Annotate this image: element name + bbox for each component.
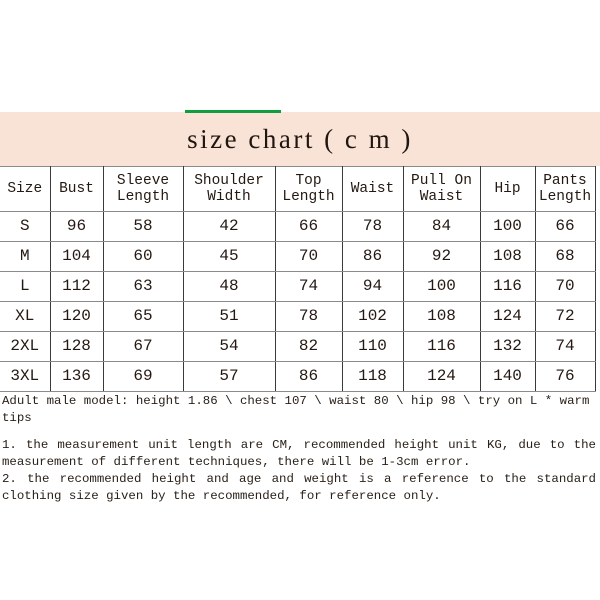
cell-pull-on-waist: 116 bbox=[403, 331, 481, 362]
top-blank-area bbox=[0, 0, 600, 113]
notes-spacer bbox=[0, 427, 600, 437]
green-accent-rule bbox=[185, 110, 281, 113]
cell-hip: 108 bbox=[480, 241, 536, 272]
cell-hip: 140 bbox=[480, 361, 536, 392]
column-header-waist: Waist bbox=[342, 166, 404, 212]
cell-hip: 116 bbox=[480, 271, 536, 302]
cell-shoulder-width: 54 bbox=[183, 331, 276, 362]
cell-shoulder-width: 51 bbox=[183, 301, 276, 332]
cell-size: 2XL bbox=[0, 331, 51, 362]
cell-pants-length: 68 bbox=[535, 241, 596, 272]
cell-waist: 94 bbox=[342, 271, 404, 302]
cell-shoulder-width: 42 bbox=[183, 211, 276, 242]
cell-bust: 96 bbox=[50, 211, 104, 242]
size-chart-table: Size Bust Sleeve Length Shoulder Width Top… bbox=[0, 166, 596, 392]
note-item-1: 1. the measurement unit length are CM, r… bbox=[2, 438, 596, 469]
note-item-2: 2. the recommended height and age and we… bbox=[2, 472, 596, 503]
cell-hip: 132 bbox=[480, 331, 536, 362]
cell-pull-on-waist: 92 bbox=[403, 241, 481, 272]
notes-section: Adult male model: height 1.86 \ chest 10… bbox=[0, 393, 600, 505]
cell-waist: 102 bbox=[342, 301, 404, 332]
table-row: 2XL 128 67 54 82 110 116 132 74 bbox=[0, 331, 596, 362]
model-info-note: Adult male model: height 1.86 \ chest 10… bbox=[2, 394, 597, 425]
cell-bust: 112 bbox=[50, 271, 104, 302]
cell-size: S bbox=[0, 211, 51, 242]
cell-size: XL bbox=[0, 301, 51, 332]
cell-bust: 120 bbox=[50, 301, 104, 332]
table-body: S 96 58 42 66 78 84 100 66 M 104 60 45 7… bbox=[0, 211, 596, 392]
size-chart-page: size chart ( c m ) Size Bust Sleeve Lengt… bbox=[0, 0, 600, 600]
cell-pants-length: 70 bbox=[535, 271, 596, 302]
page-title: size chart ( c m ) bbox=[187, 123, 413, 154]
cell-pants-length: 74 bbox=[535, 331, 596, 362]
cell-top-length: 82 bbox=[275, 331, 343, 362]
column-header-pants-length: Pants Length bbox=[535, 166, 596, 212]
cell-top-length: 78 bbox=[275, 301, 343, 332]
cell-top-length: 86 bbox=[275, 361, 343, 392]
table-header-row: Size Bust Sleeve Length Shoulder Width Top… bbox=[0, 166, 596, 212]
title-banner: size chart ( c m ) bbox=[0, 112, 600, 166]
cell-shoulder-width: 57 bbox=[183, 361, 276, 392]
cell-size: M bbox=[0, 241, 51, 272]
cell-sleeve-length: 67 bbox=[103, 331, 184, 362]
cell-hip: 124 bbox=[480, 301, 536, 332]
cell-bust: 136 bbox=[50, 361, 104, 392]
column-header-sleeve-length: Sleeve Length bbox=[103, 166, 184, 212]
table-row: L 112 63 48 74 94 100 116 70 bbox=[0, 271, 596, 302]
cell-pants-length: 72 bbox=[535, 301, 596, 332]
cell-sleeve-length: 58 bbox=[103, 211, 184, 242]
cell-pull-on-waist: 100 bbox=[403, 271, 481, 302]
cell-bust: 104 bbox=[50, 241, 104, 272]
cell-sleeve-length: 60 bbox=[103, 241, 184, 272]
cell-hip: 100 bbox=[480, 211, 536, 242]
table-row: XL 120 65 51 78 102 108 124 72 bbox=[0, 301, 596, 332]
cell-top-length: 66 bbox=[275, 211, 343, 242]
cell-pull-on-waist: 84 bbox=[403, 211, 481, 242]
cell-size: L bbox=[0, 271, 51, 302]
cell-sleeve-length: 69 bbox=[103, 361, 184, 392]
column-header-size: Size bbox=[0, 166, 51, 212]
table-header: Size Bust Sleeve Length Shoulder Width Top… bbox=[0, 166, 596, 212]
cell-waist: 86 bbox=[342, 241, 404, 272]
cell-waist: 118 bbox=[342, 361, 404, 392]
table-row: M 104 60 45 70 86 92 108 68 bbox=[0, 241, 596, 272]
cell-waist: 78 bbox=[342, 211, 404, 242]
cell-shoulder-width: 48 bbox=[183, 271, 276, 302]
cell-bust: 128 bbox=[50, 331, 104, 362]
cell-sleeve-length: 63 bbox=[103, 271, 184, 302]
column-header-hip: Hip bbox=[480, 166, 536, 212]
column-header-pull-on-waist: Pull On Waist bbox=[403, 166, 481, 212]
column-header-bust: Bust bbox=[50, 166, 104, 212]
column-header-top-length: Top Length bbox=[275, 166, 343, 212]
cell-shoulder-width: 45 bbox=[183, 241, 276, 272]
table-row: S 96 58 42 66 78 84 100 66 bbox=[0, 211, 596, 242]
cell-pull-on-waist: 108 bbox=[403, 301, 481, 332]
cell-pants-length: 76 bbox=[535, 361, 596, 392]
cell-pull-on-waist: 124 bbox=[403, 361, 481, 392]
column-header-shoulder-width: Shoulder Width bbox=[183, 166, 276, 212]
cell-top-length: 70 bbox=[275, 241, 343, 272]
cell-waist: 110 bbox=[342, 331, 404, 362]
table-row: 3XL 136 69 57 86 118 124 140 76 bbox=[0, 361, 596, 392]
cell-size: 3XL bbox=[0, 361, 51, 392]
cell-sleeve-length: 65 bbox=[103, 301, 184, 332]
cell-top-length: 74 bbox=[275, 271, 343, 302]
cell-pants-length: 66 bbox=[535, 211, 596, 242]
